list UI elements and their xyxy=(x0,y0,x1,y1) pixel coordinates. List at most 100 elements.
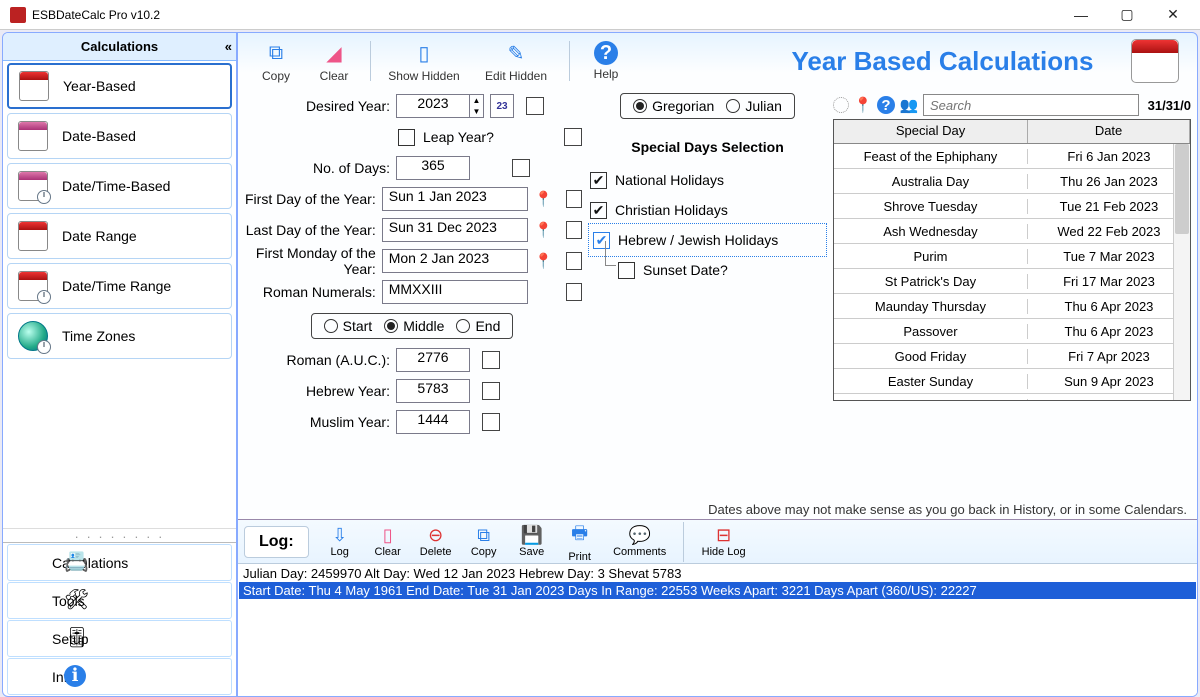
christian-holidays-checkbox[interactable]: ✔ xyxy=(590,202,607,219)
table-row[interactable]: PurimTue 7 Mar 2023 xyxy=(834,244,1190,269)
radio-start[interactable]: Start xyxy=(324,318,373,334)
pin-icon[interactable]: 📍 xyxy=(534,188,554,210)
minimize-button[interactable]: — xyxy=(1058,0,1104,30)
pin-back-icon[interactable]: 📍 xyxy=(854,96,872,114)
search-input[interactable] xyxy=(923,94,1139,116)
bottom-nav-setup[interactable]: Setup xyxy=(7,620,232,657)
bottom-nav-info[interactable]: Info xyxy=(7,658,232,695)
table-row[interactable]: Good FridayFri 7 Apr 2023 xyxy=(834,344,1190,369)
calendar-hero-icon xyxy=(1131,39,1179,83)
log-copy-button[interactable]: ⧉Copy xyxy=(461,525,507,558)
leap-year-checkbox[interactable] xyxy=(398,129,415,146)
roman-auc-value[interactable]: 2776 xyxy=(396,348,470,372)
sidebar-item-datetime-range[interactable]: Date/Time Range xyxy=(7,263,232,309)
table-row[interactable]: Shrove TuesdayTue 21 Feb 2023 xyxy=(834,194,1190,219)
bottom-nav-calculations[interactable]: Calculations xyxy=(7,544,232,581)
first-monday-value[interactable]: Mon 2 Jan 2023 xyxy=(382,249,528,273)
log-line-selected[interactable]: Start Date: Thu 4 May 1961 End Date: Tue… xyxy=(239,582,1196,599)
national-holidays-row: ✔ National Holidays xyxy=(590,165,825,195)
sidebar-collapse-icon[interactable]: « xyxy=(225,39,228,54)
lock-checkbox[interactable] xyxy=(566,283,582,301)
national-holidays-label: National Holidays xyxy=(615,172,724,188)
roman-auc-label: Roman (A.U.C.): xyxy=(242,352,390,368)
radio-end[interactable]: End xyxy=(456,318,500,334)
toolbar-copy-button[interactable]: ⧉Copy xyxy=(248,39,304,83)
maximize-button[interactable]: ▢ xyxy=(1104,0,1150,30)
muslim-year-value[interactable]: 1444 xyxy=(396,410,470,434)
bottom-nav-tools[interactable]: Tools xyxy=(7,582,232,619)
log-body[interactable]: Julian Day: 2459970 Alt Day: Wed 12 Jan … xyxy=(238,564,1197,696)
sidebar-item-datetime-based[interactable]: Date/Time-Based xyxy=(7,163,232,209)
sidebar-item-date-based[interactable]: Date-Based xyxy=(7,113,232,159)
copy-icon: ⧉ xyxy=(262,39,290,67)
desired-year-input[interactable]: 2023 xyxy=(396,94,470,118)
log-save-button[interactable]: 💾Save xyxy=(509,525,555,558)
pin-icon[interactable]: 📍 xyxy=(534,250,554,272)
table-row[interactable]: Easter SundaySun 9 Apr 2023 xyxy=(834,369,1190,394)
table-row[interactable]: Ash WednesdayWed 22 Feb 2023 xyxy=(834,219,1190,244)
table-row[interactable]: ANZAC DayTue 25 Apr 2023 xyxy=(834,394,1190,400)
radio-gregorian[interactable]: Gregorian xyxy=(633,98,714,114)
grid-header[interactable]: Special Day Date xyxy=(834,120,1190,144)
log-log-button[interactable]: ⇩Log xyxy=(317,525,363,558)
lock-checkbox[interactable] xyxy=(566,190,582,208)
roman-numerals-value[interactable]: MMXXIII xyxy=(382,280,528,304)
col-special-day[interactable]: Special Day xyxy=(834,120,1028,143)
grid-scrollbar[interactable] xyxy=(1173,144,1190,400)
lock-checkbox[interactable] xyxy=(566,252,582,270)
filter-icon[interactable] xyxy=(833,97,849,113)
document-icon: ▯ xyxy=(410,39,438,67)
sidebar-heading-bar: Calculations « xyxy=(3,33,236,61)
table-row[interactable]: PassoverThu 6 Apr 2023 xyxy=(834,319,1190,344)
lock-checkbox[interactable] xyxy=(512,159,530,177)
last-day-value[interactable]: Sun 31 Dec 2023 xyxy=(382,218,528,242)
toolbar-help-button[interactable]: ?Help xyxy=(578,41,634,81)
help-icon[interactable]: ? xyxy=(877,96,895,114)
sidebar-item-year-based[interactable]: Year-Based xyxy=(7,63,232,109)
sidebar-item-date-range[interactable]: Date Range xyxy=(7,213,232,259)
first-day-value[interactable]: Sun 1 Jan 2023 xyxy=(382,187,528,211)
pin-icon[interactable]: 📍 xyxy=(534,219,554,241)
table-row[interactable]: Maunday ThursdayThu 6 Apr 2023 xyxy=(834,294,1190,319)
national-holidays-checkbox[interactable]: ✔ xyxy=(590,172,607,189)
special-day-cell: St Patrick's Day xyxy=(834,274,1028,289)
radio-julian[interactable]: Julian xyxy=(726,98,782,114)
radio-middle[interactable]: Middle xyxy=(384,318,444,334)
close-button[interactable]: ✕ xyxy=(1150,0,1196,30)
eraser-icon: ▯ xyxy=(365,525,411,546)
log-clear-button[interactable]: ▯Clear xyxy=(365,525,411,558)
lock-checkbox[interactable] xyxy=(482,382,500,400)
date-cell: Tue 21 Feb 2023 xyxy=(1028,199,1190,214)
hebrew-year-value[interactable]: 5783 xyxy=(396,379,470,403)
sidebar-item-label: Time Zones xyxy=(62,328,135,344)
binoculars-icon[interactable]: 👥 xyxy=(900,96,918,114)
col-date[interactable]: Date xyxy=(1028,120,1190,143)
spinner[interactable]: ▲▼ xyxy=(470,94,484,118)
table-row[interactable]: St Patrick's DayFri 17 Mar 2023 xyxy=(834,269,1190,294)
log-hide-button[interactable]: ⊟Hide Log xyxy=(692,525,756,558)
toolbar-show-hidden-button[interactable]: ▯Show Hidden xyxy=(379,39,469,83)
no-of-days-value[interactable]: 365 xyxy=(396,156,470,180)
log-comments-button[interactable]: 💬Comments xyxy=(605,525,675,558)
date-cell: Fri 7 Apr 2023 xyxy=(1028,349,1190,364)
table-row[interactable]: Australia DayThu 26 Jan 2023 xyxy=(834,169,1190,194)
tools-icon xyxy=(66,589,90,613)
log-delete-button[interactable]: ⊖Delete xyxy=(413,525,459,558)
lock-checkbox[interactable] xyxy=(482,413,500,431)
sidebar-grip[interactable]: · · · · · · · · xyxy=(3,528,236,542)
lock-checkbox[interactable] xyxy=(482,351,500,369)
toolbar-edit-hidden-button[interactable]: ✎Edit Hidden xyxy=(471,39,561,83)
log-line[interactable]: Julian Day: 2459970 Alt Day: Wed 12 Jan … xyxy=(239,565,1196,582)
lock-checkbox[interactable] xyxy=(564,128,582,146)
separator xyxy=(370,41,371,81)
toolbar-clear-button[interactable]: ◢Clear xyxy=(306,39,362,83)
calendar-picker-button[interactable]: 23 xyxy=(490,94,514,118)
table-row[interactable]: Feast of the EphiphanyFri 6 Jan 2023 xyxy=(834,144,1190,169)
log-print-button[interactable]: 🖶Print xyxy=(557,521,603,563)
sunset-date-checkbox[interactable] xyxy=(618,262,635,279)
lock-checkbox[interactable] xyxy=(566,221,582,239)
lock-checkbox[interactable] xyxy=(526,97,544,115)
sidebar-item-time-zones[interactable]: Time Zones xyxy=(7,313,232,359)
sidebar: Calculations « Year-Based Date-Based Dat… xyxy=(2,32,237,697)
sidebar-item-label: Date Range xyxy=(62,228,137,244)
